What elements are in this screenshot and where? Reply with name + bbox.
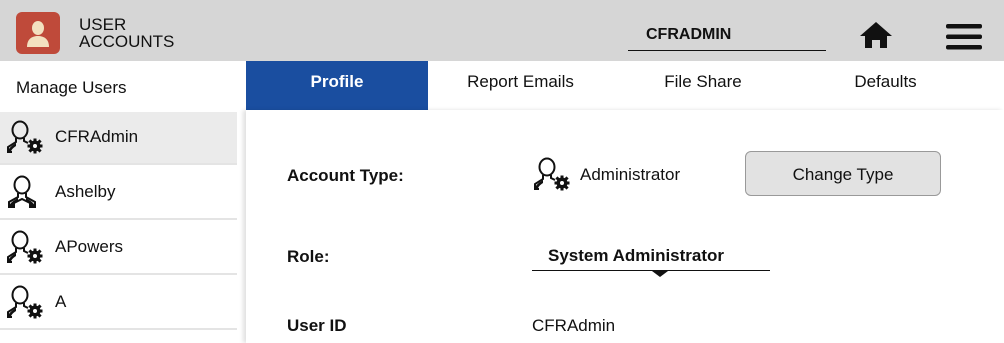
divider (0, 328, 237, 330)
tab-report-emails[interactable]: Report Emails (428, 61, 613, 110)
sidebar-item-label: Ashelby (55, 182, 116, 201)
current-user-label: CFRADMIN (646, 26, 732, 43)
home-icon[interactable] (858, 20, 894, 50)
hamburger-menu-icon[interactable] (946, 22, 982, 52)
user-icon (6, 175, 40, 209)
sidebar-item-label: CFRAdmin (55, 127, 139, 146)
user-id-label: User ID (287, 316, 347, 335)
change-type-button[interactable]: Change Type (745, 151, 941, 196)
user-accounts-icon (16, 12, 60, 54)
role-select[interactable]: System Administrator (532, 238, 770, 277)
tab-profile[interactable]: Profile (246, 61, 428, 110)
tab-bar: Profile Report Emails File Share Default… (246, 61, 1004, 110)
divider (0, 273, 237, 275)
sidebar-item-apowers[interactable]: APowers (0, 222, 237, 275)
sidebar-item-a[interactable]: A (0, 277, 237, 330)
sidebar-title: Manage Users (16, 78, 127, 97)
current-user-field[interactable]: CFRADMIN (628, 24, 826, 51)
admin-user-icon (6, 120, 46, 154)
sidebar-item-label: APowers (55, 237, 124, 256)
sidebar-item-label: A (55, 292, 67, 311)
divider (0, 218, 237, 220)
user-sidebar: Manage Users CFRAdmin Ashelby APowers A (0, 61, 237, 343)
user-id-value: CFRAdmin (532, 316, 616, 335)
profile-panel: Account Type: Administrator Change Type … (246, 110, 1004, 343)
admin-user-icon (6, 230, 46, 264)
tab-file-share[interactable]: File Share (613, 61, 793, 110)
sidebar-item-ashelby[interactable]: Ashelby (0, 167, 237, 220)
account-type-value: Administrator (580, 165, 681, 184)
account-type-label: Account Type: (287, 166, 404, 185)
sidebar-item-cfradmin[interactable]: CFRAdmin (0, 112, 237, 165)
admin-user-icon (6, 285, 46, 319)
role-value: System Administrator (548, 246, 725, 265)
role-label: Role: (287, 247, 330, 266)
admin-user-icon (533, 157, 573, 191)
app-title: USER ACCOUNTS (79, 15, 175, 51)
chevron-down-icon (652, 271, 668, 277)
divider (0, 163, 237, 165)
tab-defaults[interactable]: Defaults (793, 61, 978, 110)
app-header: USER ACCOUNTS CFRADMIN (0, 0, 1004, 61)
